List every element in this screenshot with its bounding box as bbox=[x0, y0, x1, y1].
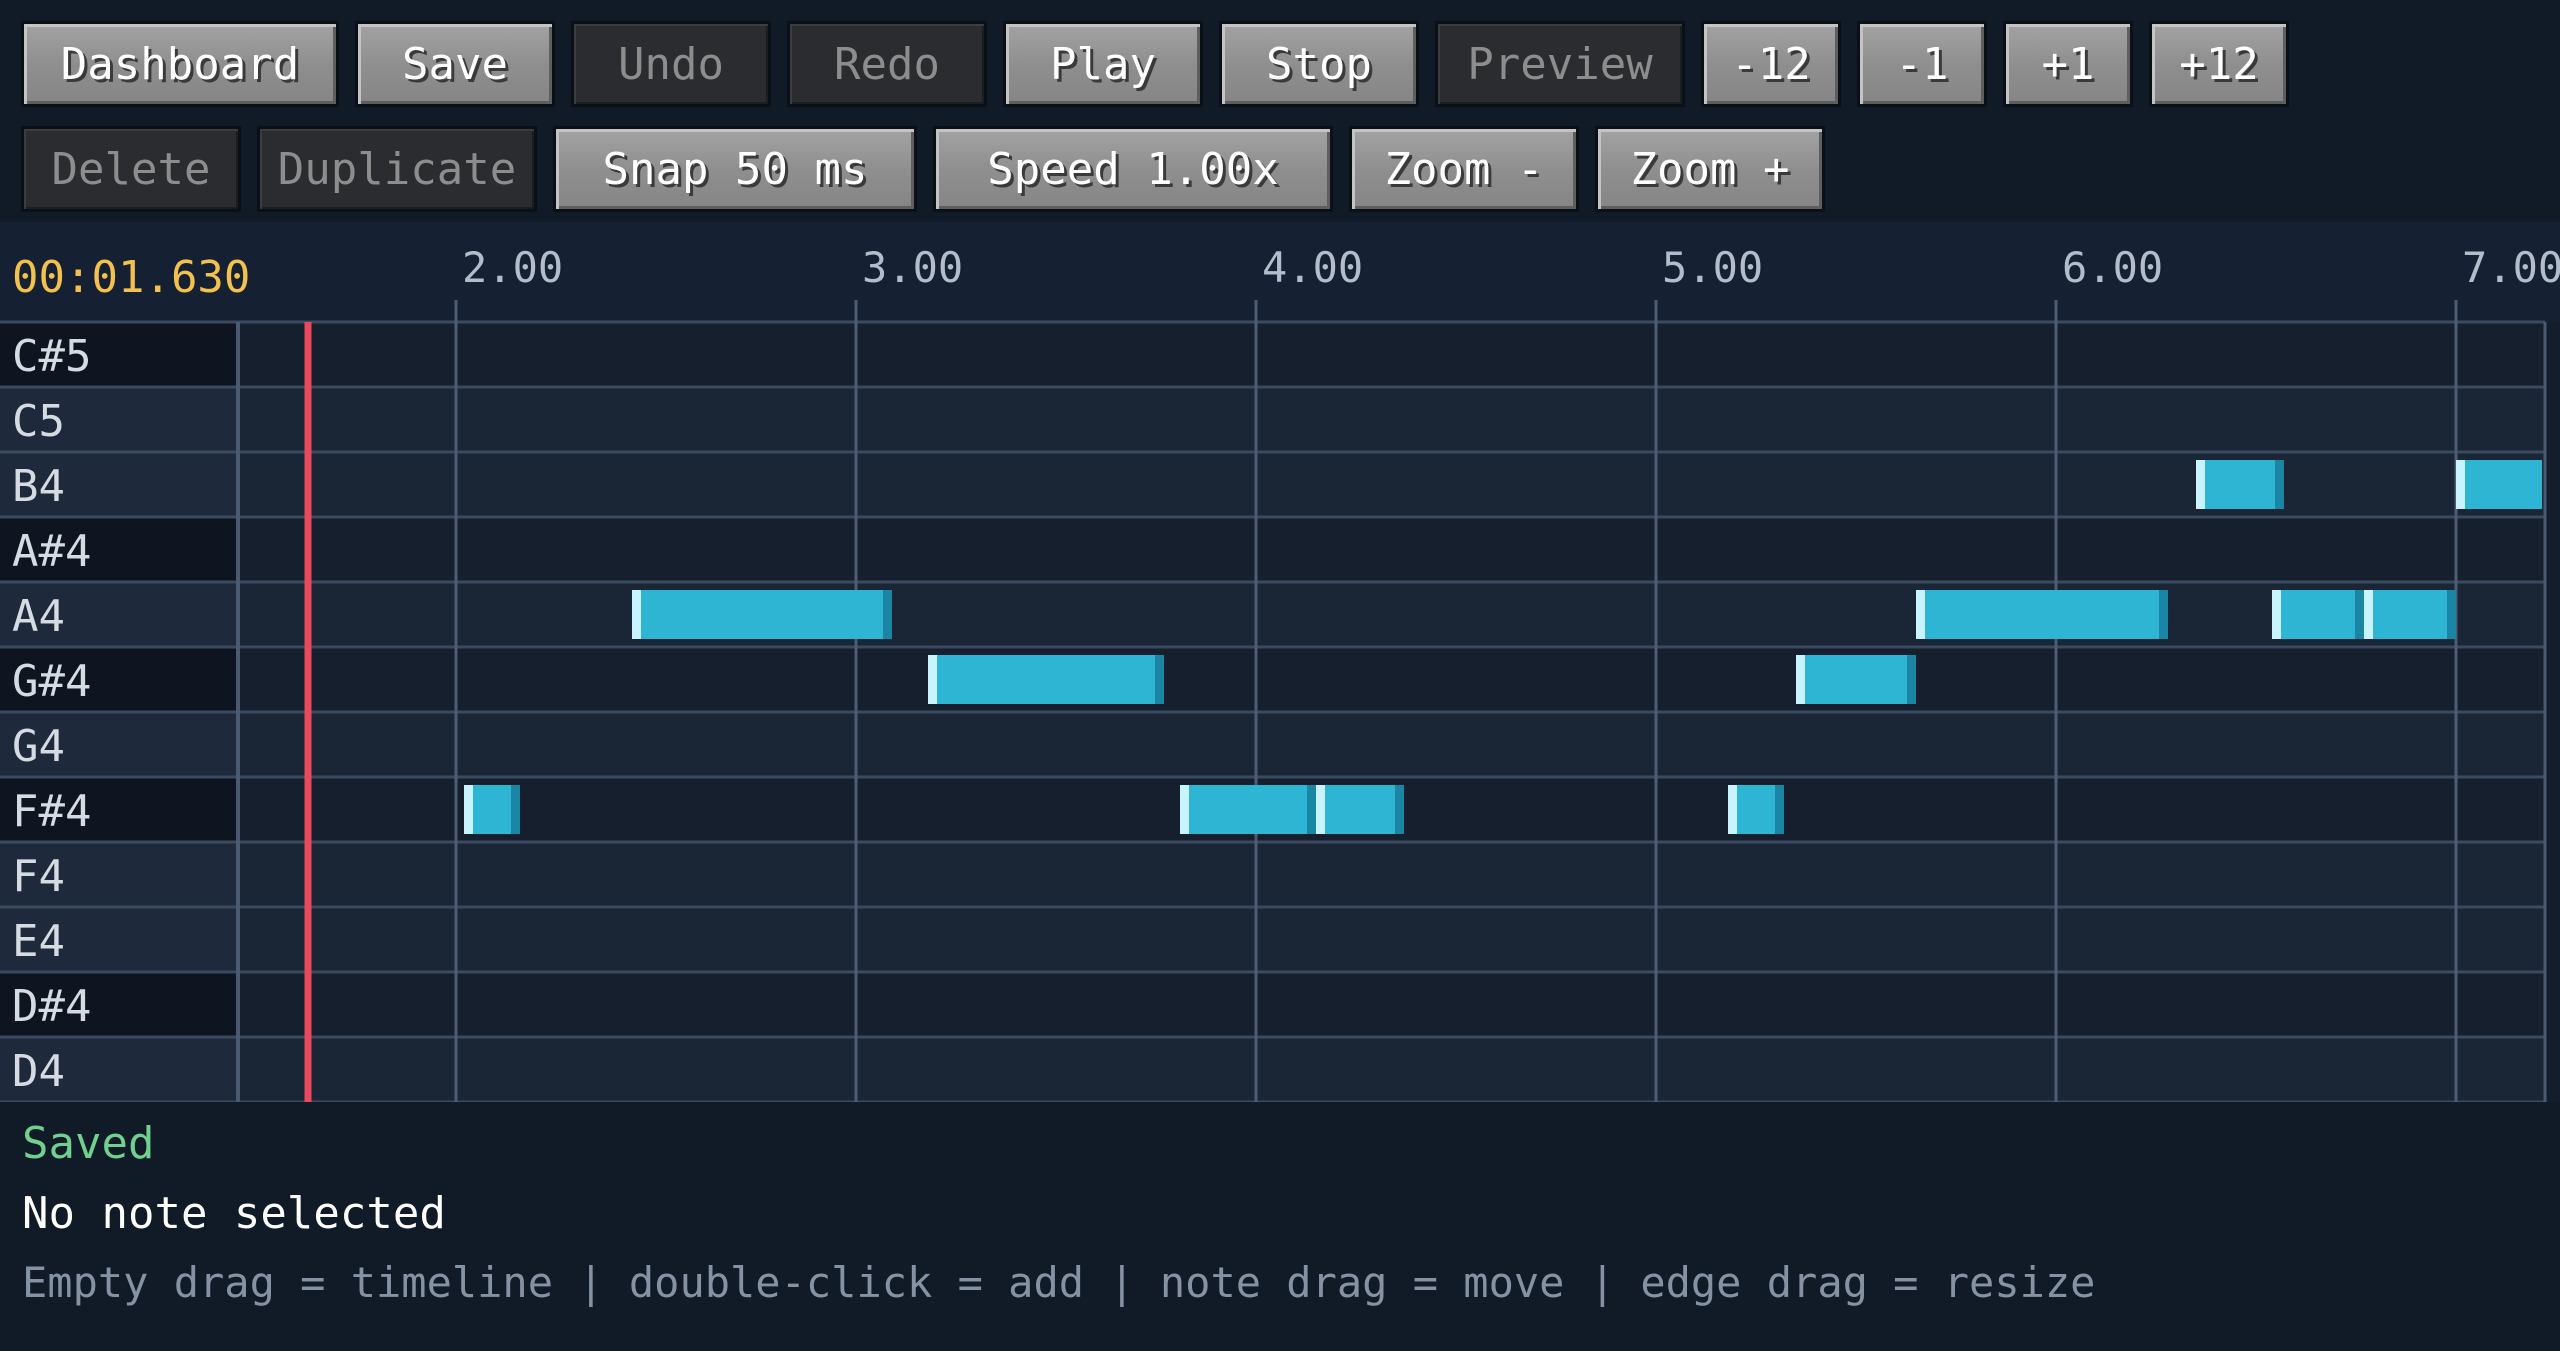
note[interactable] bbox=[928, 655, 1164, 704]
zoom-out-button[interactable]: Zoom - bbox=[1349, 126, 1579, 212]
tick-label: 5.00 bbox=[1662, 243, 1763, 292]
pitch-label: E4 bbox=[12, 916, 65, 967]
save-status: Saved bbox=[22, 1118, 155, 1169]
pitch-label: A#4 bbox=[12, 526, 91, 577]
note-start-handle[interactable] bbox=[928, 655, 937, 704]
preview-button[interactable]: Preview bbox=[1435, 21, 1685, 107]
note-start-handle[interactable] bbox=[1728, 785, 1737, 834]
tick-label: 2.00 bbox=[462, 243, 563, 292]
note-start-handle[interactable] bbox=[2272, 590, 2281, 639]
note[interactable] bbox=[2456, 460, 2542, 509]
pitch-label: C5 bbox=[12, 396, 65, 447]
note[interactable] bbox=[1796, 655, 1916, 704]
note-end-handle[interactable] bbox=[1907, 655, 1916, 704]
grid-row[interactable] bbox=[238, 972, 2545, 1037]
current-time-readout: 00:01.630 bbox=[12, 252, 250, 303]
zoom-in-button[interactable]: Zoom + bbox=[1595, 126, 1825, 212]
note-end-handle[interactable] bbox=[2159, 590, 2168, 639]
note-end-handle[interactable] bbox=[2275, 460, 2284, 509]
grid-row[interactable] bbox=[238, 582, 2545, 647]
speed-button[interactable]: Speed 1.00x bbox=[933, 126, 1333, 212]
grid-row[interactable] bbox=[238, 842, 2545, 907]
note-start-handle[interactable] bbox=[1180, 785, 1189, 834]
note-end-handle[interactable] bbox=[1307, 785, 1316, 834]
grid-row[interactable] bbox=[238, 647, 2545, 712]
note-end-handle[interactable] bbox=[1395, 785, 1404, 834]
save-button[interactable]: Save bbox=[355, 21, 555, 107]
note-start-handle[interactable] bbox=[1316, 785, 1325, 834]
piano-roll-canvas[interactable]: 2.00 3.00 4.00 5.00 6.00 7.00 00:01.630 C#5 C5 B4… bbox=[0, 222, 2560, 1102]
note[interactable] bbox=[2196, 460, 2284, 509]
note-end-handle[interactable] bbox=[2447, 590, 2456, 639]
toolbar-row-2: Delete Duplicate Snap 50 ms Speed 1.00x Zoom… bbox=[21, 126, 1825, 212]
snap-button[interactable]: Snap 50 ms bbox=[553, 126, 917, 212]
pitch-label: C#5 bbox=[12, 331, 91, 382]
note[interactable] bbox=[1180, 785, 1316, 834]
pitch-label: G#4 bbox=[12, 656, 91, 707]
note-end-handle[interactable] bbox=[511, 785, 520, 834]
pitch-label: F4 bbox=[12, 851, 65, 902]
note[interactable] bbox=[2272, 590, 2364, 639]
piano-roll-timeline[interactable]: 2.00 3.00 4.00 5.00 6.00 7.00 00:01.630 C#5 C5 B4… bbox=[0, 222, 2560, 1102]
grid-row[interactable] bbox=[238, 1037, 2545, 1102]
note[interactable] bbox=[1316, 785, 1404, 834]
tick-label: 4.00 bbox=[1262, 243, 1363, 292]
pitch-label: G4 bbox=[12, 721, 65, 772]
delete-button[interactable]: Delete bbox=[21, 126, 241, 212]
note-start-handle[interactable] bbox=[1916, 590, 1925, 639]
dashboard-button[interactable]: Dashboard bbox=[21, 21, 339, 107]
grid-row[interactable] bbox=[238, 907, 2545, 972]
duplicate-button[interactable]: Duplicate bbox=[257, 126, 537, 212]
transpose-minus-1-button[interactable]: -1 bbox=[1857, 21, 1987, 107]
transpose-minus-12-button[interactable]: -12 bbox=[1701, 21, 1841, 107]
note-end-handle[interactable] bbox=[883, 590, 892, 639]
grid-row[interactable] bbox=[238, 517, 2545, 582]
tick-label: 7.00 bbox=[2462, 243, 2560, 292]
pitch-label: B4 bbox=[12, 461, 65, 512]
pitch-label: D#4 bbox=[12, 981, 91, 1032]
toolbar-row-1: Dashboard Save Undo Redo Play Stop Preview -12-… bbox=[21, 21, 2289, 107]
tick-label: 6.00 bbox=[2062, 243, 2163, 292]
pitch-label: D4 bbox=[12, 1046, 65, 1097]
note-start-handle[interactable] bbox=[2196, 460, 2205, 509]
transpose-plus-1-button[interactable]: +1 bbox=[2003, 21, 2133, 107]
pitch-label: A4 bbox=[12, 591, 65, 642]
note-end-handle[interactable] bbox=[2355, 590, 2364, 639]
grid-row[interactable] bbox=[238, 387, 2545, 452]
note[interactable] bbox=[632, 590, 892, 639]
note-end-handle[interactable] bbox=[1155, 655, 1164, 704]
note-end-handle[interactable] bbox=[1775, 785, 1784, 834]
undo-button[interactable]: Undo bbox=[571, 21, 771, 107]
note-start-handle[interactable] bbox=[2456, 460, 2465, 509]
note-start-handle[interactable] bbox=[1796, 655, 1805, 704]
play-button[interactable]: Play bbox=[1003, 21, 1203, 107]
note-start-handle[interactable] bbox=[464, 785, 473, 834]
note[interactable] bbox=[2364, 590, 2456, 639]
selection-status: No note selected bbox=[22, 1188, 446, 1239]
interaction-hint: Empty drag = timeline | double-click = a… bbox=[22, 1258, 2096, 1307]
note[interactable] bbox=[1916, 590, 2168, 639]
note-start-handle[interactable] bbox=[2364, 590, 2373, 639]
grid-row[interactable] bbox=[238, 322, 2545, 387]
note-start-handle[interactable] bbox=[632, 590, 641, 639]
tick-label: 3.00 bbox=[862, 243, 963, 292]
redo-button[interactable]: Redo bbox=[787, 21, 987, 107]
grid-row[interactable] bbox=[238, 712, 2545, 777]
stop-button[interactable]: Stop bbox=[1219, 21, 1419, 107]
pitch-label: F#4 bbox=[12, 786, 91, 837]
transpose-plus-12-button[interactable]: +12 bbox=[2149, 21, 2289, 107]
